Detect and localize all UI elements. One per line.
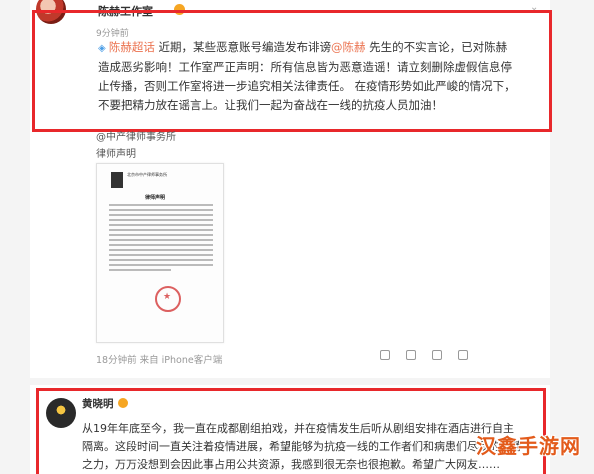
- mention-link[interactable]: @陈赫: [331, 40, 366, 54]
- page: 陈赫工作室 ⌄ 9分钟前 ◈ 陈赫超话 近期，某些恶意账号编造发布诽谤@陈赫 先…: [0, 0, 594, 474]
- star-icon: [380, 350, 390, 360]
- watermark: 汉鑫手游网: [476, 434, 581, 458]
- letter-header: 北京市中产律师事务所: [127, 172, 167, 177]
- repost-source[interactable]: @中产律师事务所: [96, 128, 176, 143]
- post-text-2: 从19年年底至今，我一直在成都剧组拍戏，并在疫情发生后听从剧组安排在酒店进行自主…: [82, 422, 522, 471]
- post-text-segment: 近期，某些恶意账号编造发布诽谤: [154, 40, 332, 54]
- author-name-2[interactable]: 黄晓明: [82, 396, 114, 411]
- repost-icon: [406, 350, 416, 360]
- lawyer-letter-image[interactable]: 北京市中产律师事务所 律师声明: [96, 163, 224, 343]
- post-actions: [380, 350, 468, 360]
- comment-icon: [432, 350, 442, 360]
- like-button[interactable]: [458, 350, 468, 360]
- topic-icon: ◈: [98, 43, 109, 54]
- comment-button[interactable]: [432, 350, 442, 360]
- law-firm-logo-icon: [111, 172, 123, 188]
- favorite-button[interactable]: [380, 350, 390, 360]
- seal-icon: [155, 286, 181, 312]
- repost-button[interactable]: [406, 350, 416, 360]
- author-avatar-2[interactable]: [46, 398, 76, 428]
- letter-body: [109, 204, 213, 274]
- letter-title: 律师声明: [145, 195, 166, 201]
- thumbs-up-icon: [458, 350, 468, 360]
- verified-badge-icon: [118, 398, 128, 408]
- mention-link[interactable]: 陈赫超话: [109, 40, 155, 54]
- repost-subtitle: 律师声明: [96, 149, 136, 160]
- post-meta: 18分钟前 来自 iPhone客户端: [96, 355, 223, 366]
- post-text: ◈ 陈赫超话 近期，某些恶意账号编造发布诽谤@陈赫 先生的不实言论，已对陈赫造成…: [98, 38, 518, 115]
